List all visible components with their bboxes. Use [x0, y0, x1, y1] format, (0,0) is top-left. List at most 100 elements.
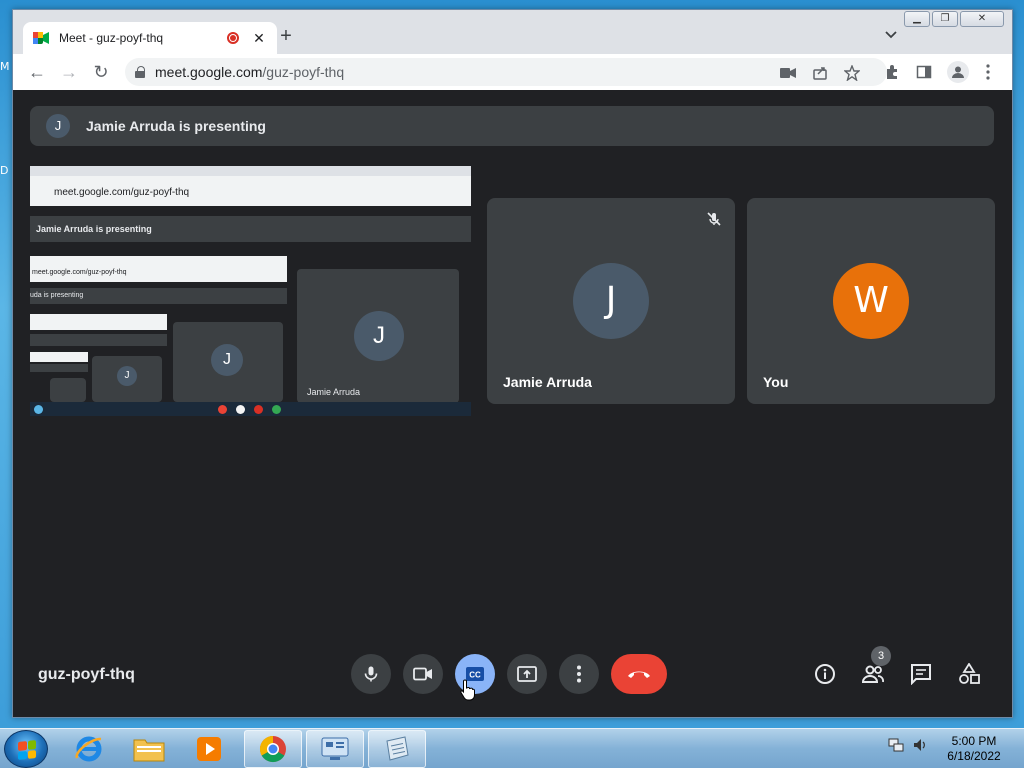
more-options-icon	[577, 665, 581, 683]
windows-taskbar: 5:00 PM 6/18/2022	[0, 728, 1024, 768]
desktop-icon-label-m: M	[0, 60, 10, 73]
shared-taskbar	[30, 402, 471, 416]
shared-presenting-banner: Jamie Arruda is presenting	[30, 216, 471, 242]
meet-favicon-icon	[33, 31, 49, 45]
side-panel-icon[interactable]	[915, 63, 933, 81]
participant-name: Jamie Arruda	[503, 374, 592, 390]
camera-button[interactable]	[403, 654, 443, 694]
tab-close-button[interactable]: ✕	[251, 30, 267, 47]
mic-button[interactable]	[351, 654, 391, 694]
end-call-icon	[628, 671, 650, 678]
participant-avatar: W	[833, 263, 909, 339]
more-options-button[interactable]	[559, 654, 599, 694]
browser-window: Meet - guz-poyf-thq ✕ + ▁ ❐ ✕ ← → ↻ meet…	[12, 9, 1013, 718]
shared-tile-avatar: J	[354, 311, 404, 361]
nested-url: meet.google.com/guz-poyf-thq	[32, 269, 127, 276]
end-call-button[interactable]	[611, 654, 667, 694]
presenting-banner[interactable]: J Jamie Arruda is presenting	[30, 106, 994, 146]
system-clock[interactable]: 5:00 PM 6/18/2022	[944, 734, 1004, 764]
folder-icon	[133, 739, 165, 762]
nested-banner-level4	[30, 364, 88, 372]
shared-browser-chrome: meet.google.com/guz-poyf-thq	[30, 166, 471, 206]
taskbar-chrome[interactable]	[244, 730, 302, 768]
desktop-icon-label-d: D	[0, 164, 9, 177]
shared-tile: J Jamie Arruda	[297, 269, 459, 403]
bookmark-star-icon[interactable]	[843, 64, 861, 82]
browser-menu-icon[interactable]	[979, 63, 997, 81]
present-screen-button[interactable]	[507, 654, 547, 694]
info-icon	[815, 664, 835, 684]
extensions-icon[interactable]	[883, 63, 901, 81]
restore-button[interactable]: ❐	[932, 11, 958, 27]
new-tab-button[interactable]: +	[275, 26, 297, 48]
browser-toolbar: ← → ↻ meet.google.com/guz-poyf-thq	[13, 54, 1012, 90]
taskbar-file-explorer[interactable]	[120, 730, 178, 768]
url-path: /guz-poyf-thq	[262, 64, 345, 80]
shared-screen-preview[interactable]: meet.google.com/guz-poyf-thq Jamie Arrud…	[30, 166, 471, 416]
window-controls: ▁ ❐ ✕	[904, 11, 1004, 27]
nested-banner-level3	[30, 334, 167, 346]
browser-titlebar: Meet - guz-poyf-thq ✕ + ▁ ❐ ✕	[13, 10, 1012, 54]
tab-title: Meet - guz-poyf-thq	[59, 31, 164, 45]
share-icon[interactable]	[811, 64, 829, 82]
shared-gmail-icon	[236, 405, 245, 414]
tab-search-button[interactable]	[885, 28, 897, 42]
nested-tile-tiny	[50, 378, 86, 402]
internet-explorer-icon	[75, 736, 102, 762]
meeting-details-button[interactable]	[811, 660, 839, 688]
participant-avatar: J	[573, 263, 649, 339]
profile-avatar-icon[interactable]	[947, 61, 969, 83]
forward-button[interactable]: →	[57, 60, 81, 84]
chrome-icon	[259, 735, 286, 763]
nested-presenting-banner: uda is presenting	[30, 288, 287, 304]
tab-meet[interactable]: Meet - guz-poyf-thq ✕	[23, 22, 277, 54]
taskbar-notepad[interactable]	[368, 730, 426, 768]
presenting-text: Jamie Arruda is presenting	[86, 118, 266, 134]
meet-call-area: J Jamie Arruda is presenting meet.google…	[13, 90, 1012, 717]
control-panel-icon	[321, 737, 349, 760]
nested-chrome-level3	[30, 314, 167, 330]
back-button[interactable]: ←	[25, 60, 49, 84]
close-window-button[interactable]: ✕	[960, 11, 1004, 27]
participant-tile-you[interactable]: W You	[747, 198, 995, 404]
shared-tabs-strip	[30, 166, 471, 176]
volume-icon[interactable]	[912, 737, 928, 758]
mic-icon	[364, 666, 378, 682]
camera-in-use-icon[interactable]	[779, 64, 797, 82]
nested-tile-small-avatar: J	[117, 366, 137, 386]
recording-indicator-icon	[227, 32, 239, 44]
chat-button[interactable]	[907, 660, 935, 688]
participant-tile-jamie[interactable]: J Jamie Arruda	[487, 198, 735, 404]
activities-button[interactable]	[955, 660, 983, 688]
reload-button[interactable]: ↻	[89, 60, 113, 84]
address-bar[interactable]: meet.google.com/guz-poyf-thq	[125, 58, 887, 86]
nested-chrome-level4	[30, 352, 88, 362]
activities-icon	[959, 663, 980, 684]
system-tray	[888, 737, 928, 758]
taskbar-internet-explorer[interactable]	[60, 730, 118, 768]
nested-tile-avatar: J	[211, 344, 243, 376]
meeting-code: guz-poyf-thq	[38, 666, 135, 683]
shared-drive-icon	[272, 405, 281, 414]
taskbar-control-panel[interactable]	[306, 730, 364, 768]
media-player-icon	[197, 737, 221, 761]
start-button[interactable]	[4, 730, 48, 768]
shared-chrome-icon	[218, 405, 227, 414]
minimize-button[interactable]: ▁	[904, 11, 930, 27]
shared-url: meet.google.com/guz-poyf-thq	[54, 187, 190, 198]
nested-browser-chrome: meet.google.com/guz-poyf-thq	[30, 256, 287, 282]
shared-youtube-icon	[254, 405, 263, 414]
hand-pointer-cursor-icon	[460, 679, 476, 706]
shared-start-icon	[34, 405, 43, 414]
chat-icon	[911, 664, 931, 685]
nested-tile: J	[173, 322, 283, 402]
lock-icon	[135, 66, 145, 78]
people-icon	[861, 665, 884, 683]
windows-logo-icon	[18, 740, 36, 760]
notepad-icon	[386, 736, 409, 761]
taskbar-media-player[interactable]	[180, 730, 238, 768]
clock-time: 5:00 PM	[951, 734, 997, 748]
clock-date: 6/18/2022	[947, 749, 1001, 763]
nested-tile-small: J	[92, 356, 162, 402]
network-icon[interactable]	[888, 737, 904, 758]
